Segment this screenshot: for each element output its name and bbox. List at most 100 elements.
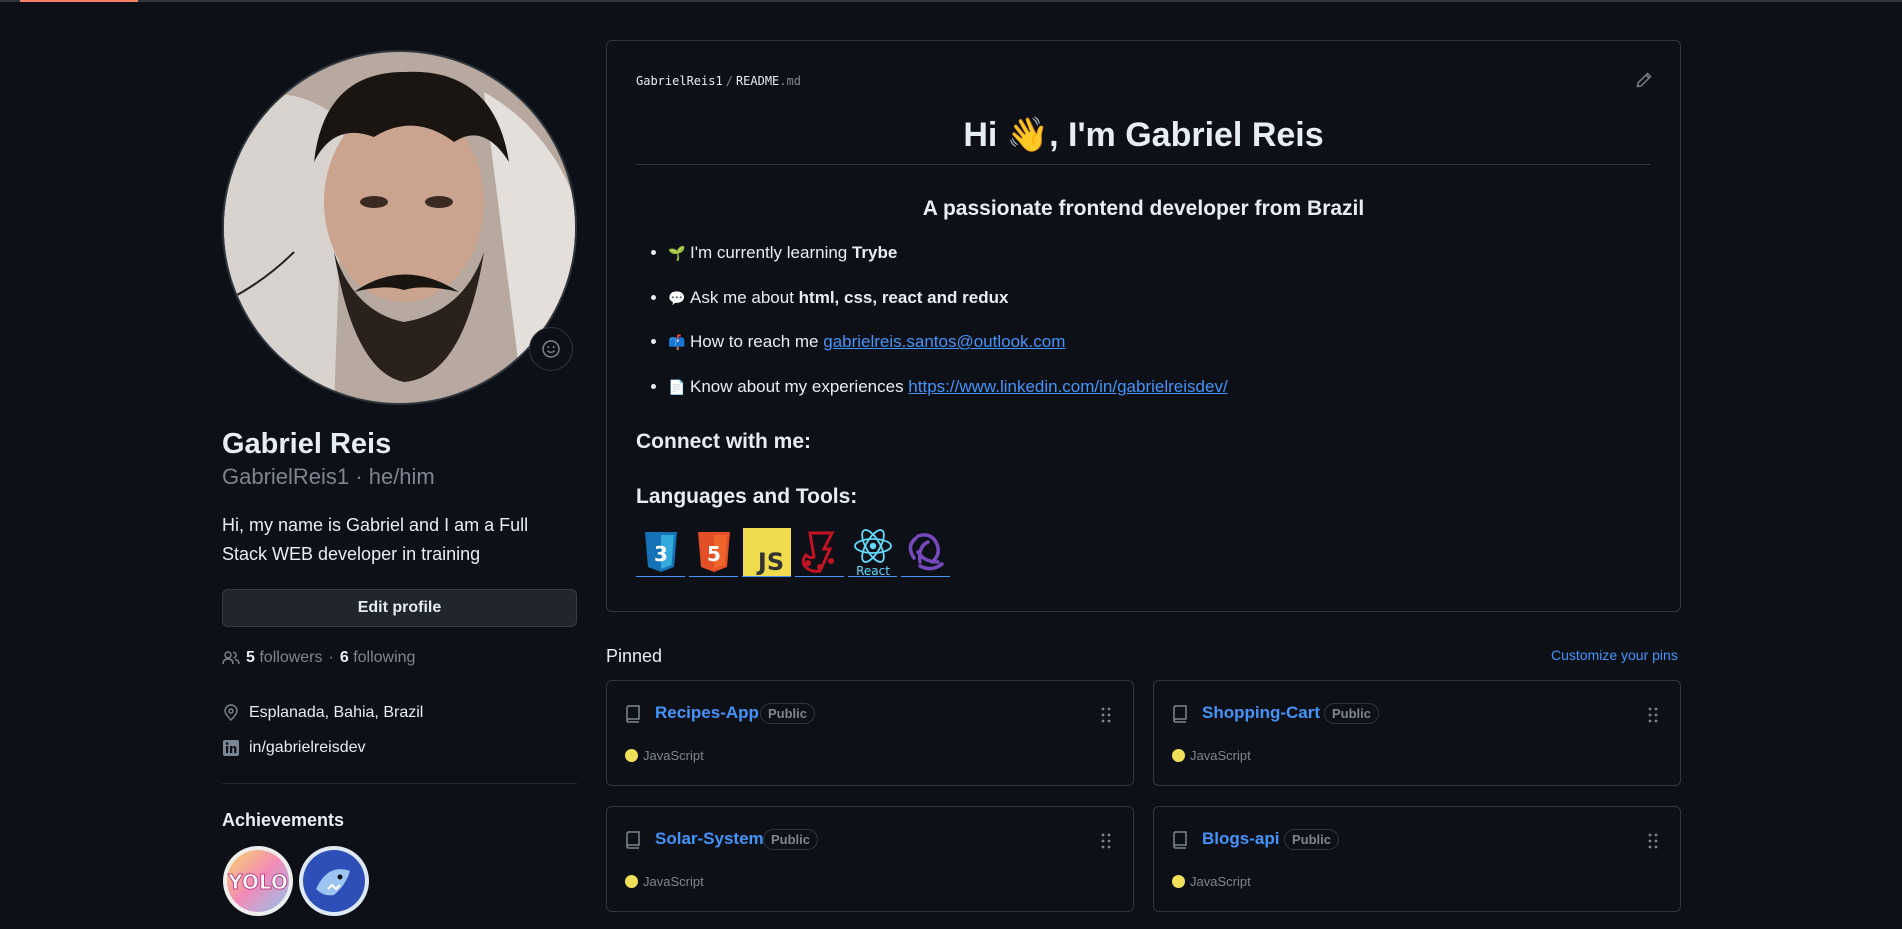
tools-icon-row: 3 5 JS React bbox=[636, 527, 950, 577]
language-color-dot bbox=[625, 875, 638, 888]
readme-path-ext: .md bbox=[779, 74, 801, 88]
profile-readme-card: GabrielReis1/README.md Hi 👋, I'm Gabriel… bbox=[606, 40, 1681, 612]
location-item: Esplanada, Bahia, Brazil bbox=[222, 695, 577, 730]
email-link[interactable]: gabrielreis.santos@outlook.com bbox=[823, 332, 1065, 351]
redux-icon[interactable] bbox=[901, 527, 950, 577]
follow-separator: · bbox=[328, 649, 334, 666]
followers-count: 5 bbox=[246, 649, 255, 666]
react-icon[interactable]: React bbox=[848, 527, 897, 577]
loading-progress bbox=[20, 0, 138, 2]
drag-grip-icon[interactable] bbox=[1648, 833, 1658, 849]
css3-icon[interactable]: 3 bbox=[636, 527, 685, 577]
readme-item-linkedin: 📄Know about my experiences https://www.l… bbox=[668, 375, 1228, 420]
language-color-dot bbox=[625, 749, 638, 762]
visibility-badge: Public bbox=[1284, 829, 1340, 850]
repo-language: JavaScript bbox=[625, 748, 704, 763]
repo-name-link[interactable]: Solar-System bbox=[655, 829, 764, 849]
drag-grip-icon[interactable] bbox=[1648, 707, 1658, 723]
language-color-dot bbox=[1172, 749, 1185, 762]
readme-item-ask: 💬Ask me about html, css, react and redux bbox=[668, 286, 1228, 331]
avatar-wrapper bbox=[222, 50, 577, 405]
pinned-repo-card: Shopping-Cart Public JavaScript bbox=[1153, 680, 1681, 786]
repo-icon bbox=[1173, 705, 1187, 723]
visibility-badge: Public bbox=[763, 829, 819, 850]
edit-profile-button[interactable]: Edit profile bbox=[222, 589, 577, 627]
linkedin-url-link[interactable]: https://www.linkedin.com/in/gabrielreisd… bbox=[908, 377, 1227, 396]
avatar-photo bbox=[224, 52, 575, 403]
page-icon: 📄 bbox=[668, 378, 686, 395]
readme-path-separator: / bbox=[725, 74, 733, 88]
html5-logo: 5 bbox=[697, 531, 730, 572]
html5-icon[interactable]: 5 bbox=[689, 527, 738, 577]
followers-link[interactable]: 5 followers bbox=[246, 649, 323, 667]
sidebar-divider bbox=[222, 783, 577, 784]
repo-language: JavaScript bbox=[1172, 874, 1251, 889]
svg-text:YOLO: YOLO bbox=[227, 870, 288, 894]
seedling-icon: 🌱 bbox=[668, 245, 686, 261]
readme-path: GabrielReis1/README.md bbox=[636, 74, 801, 88]
readme-path-file[interactable]: README bbox=[736, 74, 779, 88]
readme-item-text: Ask me about bbox=[690, 287, 799, 307]
readme-subtitle: A passionate frontend developer from Bra… bbox=[922, 197, 1365, 220]
pinned-repo-card: Blogs-api Public JavaScript bbox=[1153, 806, 1681, 912]
repo-name-link[interactable]: Blogs-api bbox=[1202, 829, 1279, 849]
readme-item-bold: html, css, react and redux bbox=[798, 287, 1009, 307]
following-count: 6 bbox=[339, 649, 349, 666]
tools-heading: Languages and Tools: bbox=[636, 485, 858, 508]
people-icon bbox=[222, 651, 240, 665]
visibility-badge: Public bbox=[1324, 703, 1380, 724]
repo-icon bbox=[626, 705, 640, 723]
linkedin-item[interactable]: in/gabrielreisdev bbox=[222, 730, 577, 765]
js-caption: JS bbox=[755, 548, 783, 576]
pull-shark-badge-art bbox=[299, 846, 369, 916]
profile-full-name: Gabriel Reis bbox=[222, 428, 392, 460]
speech-bubble-icon: 💬 bbox=[668, 289, 686, 306]
linkedin-icon bbox=[223, 739, 239, 756]
readme-item-text: How to reach me bbox=[690, 332, 824, 351]
drag-grip-icon[interactable] bbox=[1101, 833, 1111, 849]
javascript-icon[interactable]: JS bbox=[742, 527, 791, 577]
pinned-repo-card: Solar-System Public JavaScript bbox=[606, 806, 1134, 912]
css3-logo: 3 bbox=[644, 531, 677, 572]
location-text: Esplanada, Bahia, Brazil bbox=[249, 703, 424, 721]
customize-pins-link[interactable]: Customize your pins bbox=[1551, 647, 1678, 663]
jest-icon[interactable] bbox=[795, 527, 844, 577]
mailbox-icon: 📫 bbox=[668, 334, 686, 350]
set-status-button[interactable] bbox=[529, 327, 573, 371]
drag-grip-icon[interactable] bbox=[1101, 707, 1111, 723]
readme-title: Hi 👋, I'm Gabriel Reis bbox=[636, 113, 1651, 165]
readme-item-learning: 🌱I'm currently learning Trybe bbox=[668, 241, 1228, 286]
css3-caption: 3 bbox=[654, 542, 668, 566]
repo-name-link[interactable]: Recipes-App bbox=[655, 703, 759, 723]
profile-sidebar: Gabriel Reis GabrielReis1 · he/him Hi, m… bbox=[222, 50, 577, 917]
following-link[interactable]: 6 following bbox=[340, 649, 416, 667]
language-name: JavaScript bbox=[1190, 874, 1251, 889]
language-name: JavaScript bbox=[1190, 748, 1251, 763]
language-name: JavaScript bbox=[643, 874, 704, 889]
pencil-icon bbox=[1636, 72, 1652, 88]
repo-language: JavaScript bbox=[1172, 748, 1251, 763]
edit-readme-button[interactable] bbox=[1635, 71, 1653, 94]
readme-item-bold: Trybe bbox=[851, 243, 898, 262]
profile-details: Esplanada, Bahia, Brazil in/gabrielreisd… bbox=[222, 695, 577, 765]
readme-item-text: Know about my experiences bbox=[690, 376, 909, 396]
smiley-icon bbox=[542, 340, 560, 358]
readme-item-email: 📫How to reach me gabrielreis.santos@outl… bbox=[668, 330, 1228, 375]
linkedin-text[interactable]: in/gabrielreisdev bbox=[249, 739, 366, 757]
pull-shark-badge-icon[interactable] bbox=[298, 845, 370, 917]
following-label: following bbox=[353, 649, 416, 666]
profile-login-pronouns: GabrielReis1 · he/him bbox=[222, 464, 435, 489]
repo-name-link[interactable]: Shopping-Cart bbox=[1202, 703, 1320, 723]
achievements-title: Achievements bbox=[222, 810, 345, 830]
repo-language: JavaScript bbox=[625, 874, 704, 889]
pinned-repo-card: Recipes-App Public JavaScript bbox=[606, 680, 1134, 786]
repo-icon bbox=[626, 831, 640, 849]
language-name: JavaScript bbox=[643, 748, 704, 763]
follow-stats: 5 followers · 6 following bbox=[222, 649, 577, 667]
avatar[interactable] bbox=[222, 50, 577, 405]
react-caption: React bbox=[856, 564, 890, 577]
readme-path-owner[interactable]: GabrielReis1 bbox=[636, 74, 723, 88]
yolo-badge-icon[interactable]: YOLO bbox=[222, 845, 294, 917]
profile-bio: Hi, my name is Gabriel and I am a Full S… bbox=[222, 515, 529, 564]
language-color-dot bbox=[1172, 875, 1185, 888]
